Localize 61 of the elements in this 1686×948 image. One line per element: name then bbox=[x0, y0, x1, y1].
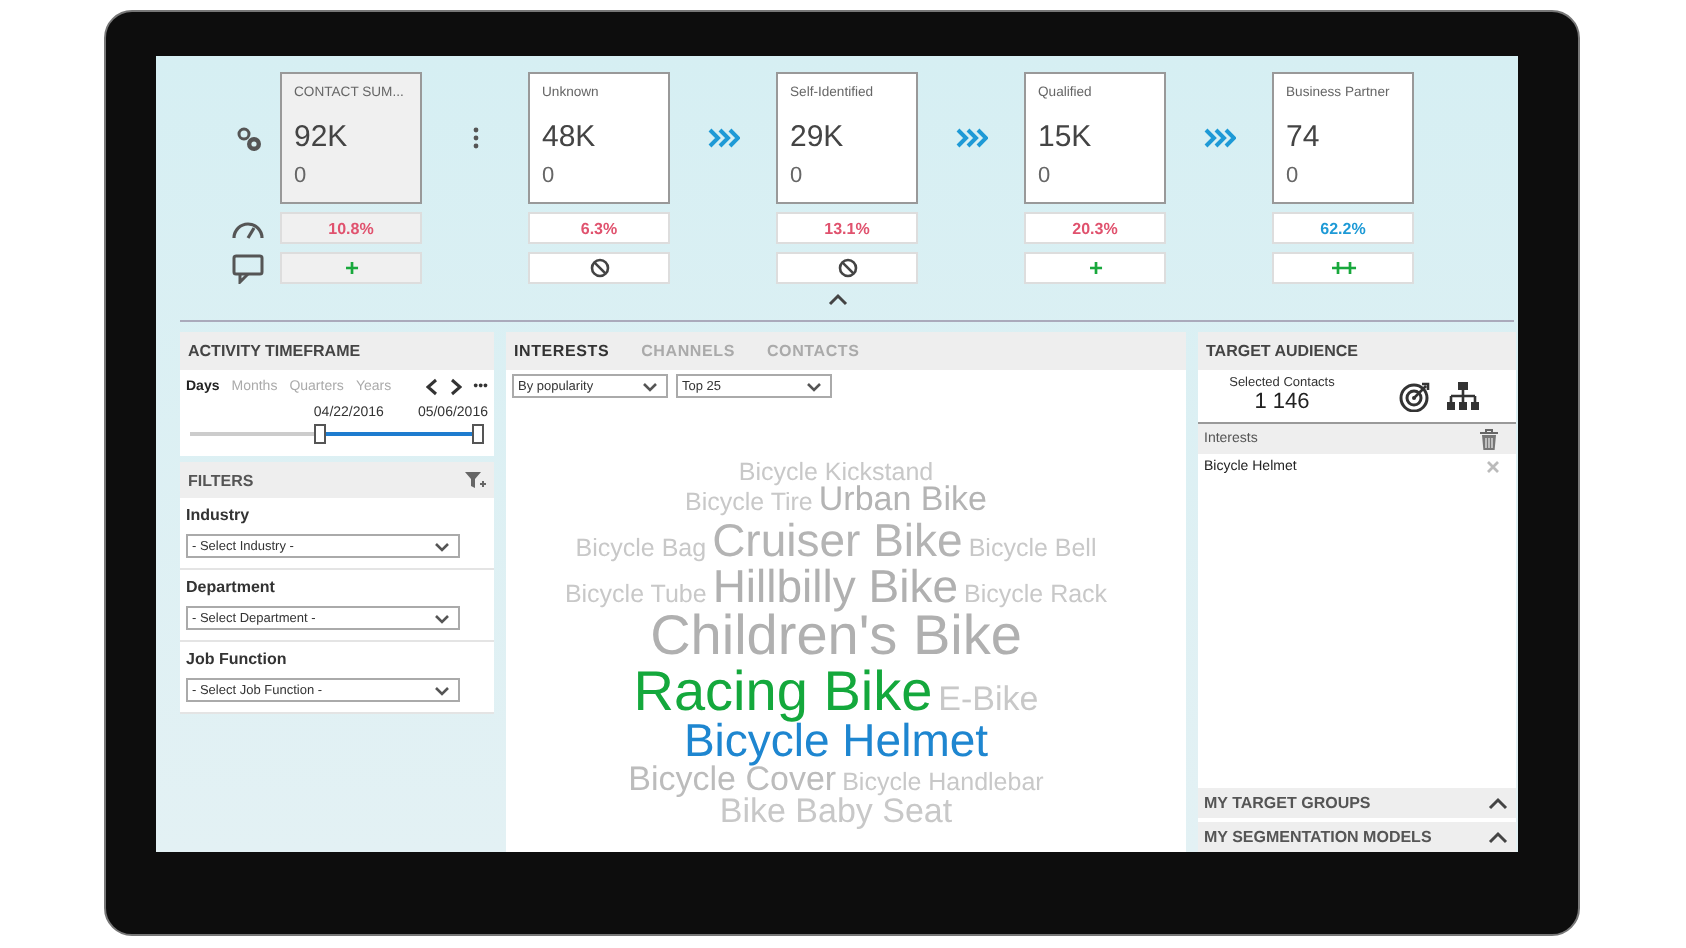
chevron-down-icon bbox=[806, 381, 822, 391]
more-options-icon[interactable] bbox=[471, 126, 479, 150]
triple-chevron-icon bbox=[955, 128, 987, 148]
chevron-down-icon bbox=[434, 541, 450, 551]
stage-count: 0 bbox=[1038, 164, 1053, 188]
filter-add-icon[interactable] bbox=[464, 470, 486, 490]
stage-value: 48K bbox=[542, 120, 598, 154]
stage-count: 0 bbox=[1286, 164, 1301, 188]
stage-count: 0 bbox=[790, 164, 805, 188]
filter-label: Industry bbox=[186, 506, 252, 524]
conversion-rate: 20.3% bbox=[1024, 212, 1166, 244]
prohibited-icon[interactable] bbox=[589, 258, 609, 278]
stage-value: 74 bbox=[1286, 120, 1322, 154]
cloud-word[interactable]: Bicycle Cover bbox=[628, 763, 837, 797]
cloud-word[interactable]: Cruiser Bike bbox=[712, 518, 963, 564]
conversion-rate: 62.2% bbox=[1272, 212, 1414, 244]
filter-label: Job Function bbox=[186, 650, 289, 668]
slider-handle[interactable] bbox=[472, 424, 484, 444]
filter-label: Department bbox=[186, 578, 277, 596]
tab[interactable]: CONTACTS bbox=[766, 342, 860, 360]
selected-contacts-count: 1 146 bbox=[1254, 390, 1310, 414]
cloud-word[interactable]: Children's Bike bbox=[650, 608, 1022, 664]
action-button[interactable]: ++ bbox=[1272, 252, 1414, 284]
conversion-rate: 6.3% bbox=[528, 212, 670, 244]
cloud-word[interactable]: Urban Bike bbox=[818, 484, 987, 519]
chevron-up-icon[interactable] bbox=[1488, 796, 1508, 810]
triple-chevron-icon bbox=[707, 128, 739, 148]
stage-value: 15K bbox=[1038, 120, 1094, 154]
panel-header: ACTIVITY TIMEFRAME bbox=[180, 332, 494, 370]
chevron-up-icon[interactable] bbox=[1488, 830, 1508, 844]
conversion-rate: 10.8% bbox=[280, 212, 422, 244]
action-button[interactable]: + bbox=[1024, 252, 1166, 284]
stage-value: 92K bbox=[294, 120, 350, 154]
conversion-rate: 13.1% bbox=[776, 212, 918, 244]
chevron-left-icon[interactable] bbox=[425, 378, 438, 396]
slider-handle[interactable] bbox=[313, 424, 326, 444]
action-button[interactable]: + bbox=[280, 252, 422, 284]
target-icon[interactable] bbox=[1398, 379, 1430, 411]
triple-chevron-icon bbox=[1203, 128, 1235, 148]
panel-header: TARGET AUDIENCE bbox=[1198, 332, 1516, 370]
chevron-down-icon bbox=[642, 381, 658, 391]
chevron-right-icon[interactable] bbox=[449, 378, 462, 396]
chevron-down-icon bbox=[434, 613, 450, 623]
action-button[interactable] bbox=[776, 252, 918, 284]
stage-count: 0 bbox=[294, 164, 309, 188]
tab[interactable]: INTERESTS bbox=[514, 342, 610, 360]
prohibited-icon[interactable] bbox=[837, 258, 857, 278]
tab[interactable]: CHANNELS bbox=[641, 342, 735, 360]
trash-icon[interactable] bbox=[1478, 428, 1500, 450]
action-button[interactable] bbox=[528, 252, 670, 284]
stage-count: 0 bbox=[542, 164, 557, 188]
stage-value: 29K bbox=[790, 120, 846, 154]
panel-title: FILTERS bbox=[188, 471, 254, 489]
speech-bubble-icon[interactable] bbox=[232, 253, 264, 283]
cloud-word[interactable]: Racing Bike bbox=[633, 663, 933, 718]
hierarchy-icon[interactable] bbox=[1446, 379, 1480, 411]
collapsible-header[interactable]: MY TARGET GROUPS bbox=[1198, 788, 1516, 818]
chevron-down-icon bbox=[434, 685, 450, 695]
collapse-icon[interactable] bbox=[827, 292, 847, 306]
collapsible-header[interactable]: MY SEGMENTATION MODELS bbox=[1198, 822, 1516, 852]
cloud-word[interactable]: Hillbilly Bike bbox=[712, 563, 959, 609]
